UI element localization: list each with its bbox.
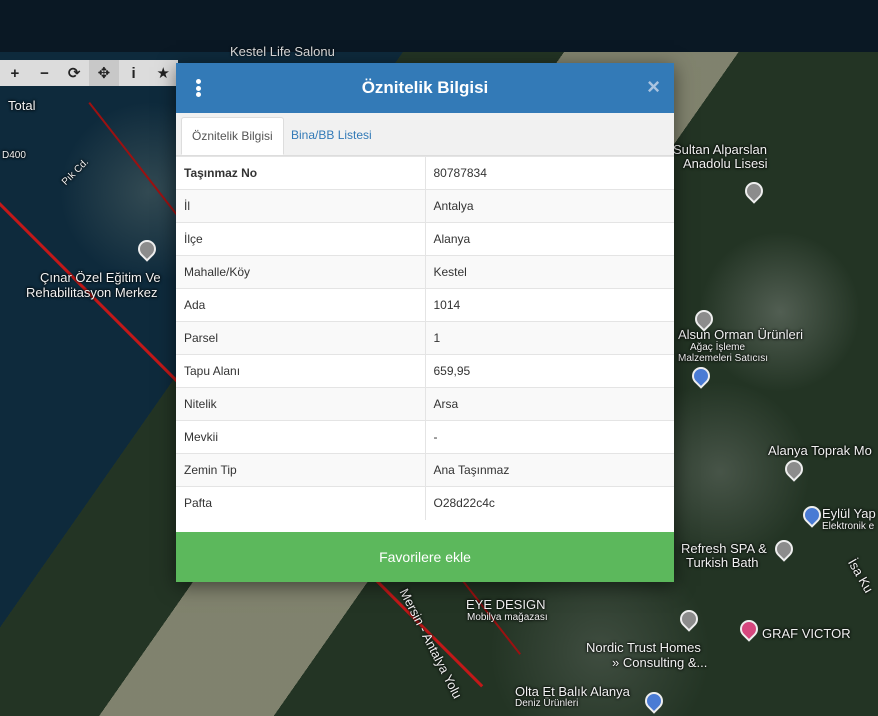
table-row: Pafta O28d22c4c [176,486,674,520]
attribute-info-dialog: Öznitelik Bilgisi × Öznitelik Bilgisi Bi… [176,63,674,582]
map-label: Çınar Özel Eğitim Ve [40,270,161,285]
table-row: Zemin Tip Ana Taşınmaz [176,453,674,487]
table-row: Taşınmaz No 80787834 [176,156,674,190]
zoom-out-icon[interactable]: − [30,60,60,86]
map-toolbar: + − ⟳ ✥ i ★ [0,60,178,86]
map-pin-icon[interactable] [736,616,762,642]
attribute-key: Nitelik [176,387,426,421]
attribute-value: Ana Taşınmaz [425,453,674,487]
map-pin-icon[interactable] [741,178,767,204]
table-row: Mevkii - [176,420,674,454]
map-pin-icon[interactable] [688,363,714,389]
map-label: Refresh SPA & [681,541,767,556]
attribute-key: İl [176,189,426,223]
attribute-value: Kestel [425,255,674,289]
map-label: Deniz Ürünleri [515,698,579,709]
map-label: İsa Ku [845,556,877,596]
attribute-value: Alanya [425,222,674,256]
pan-icon[interactable]: ✥ [89,60,119,86]
attribute-key: Zemin Tip [176,453,426,487]
attribute-value: 80787834 [425,156,674,190]
map-label: Total [8,98,36,113]
table-row: İlçe Alanya [176,222,674,256]
attribute-value: O28d22c4c [425,486,674,520]
map-label: Alsun Orman Ürünleri [678,327,803,342]
table-row: Nitelik Arsa [176,387,674,421]
attribute-table: Taşınmaz No 80787834 İl Antalya İlçe Alanya Ma… [176,156,674,520]
table-row: Ada 1014 [176,288,674,322]
zoom-in-icon[interactable]: + [0,60,30,86]
table-row: İl Antalya [176,189,674,223]
add-to-favorites-button[interactable]: Favorilere ekle [176,532,674,582]
tab-attribute-info[interactable]: Öznitelik Bilgisi [181,117,284,155]
map-label: Malzemeleri Satıcısı [678,353,769,364]
dialog-tabs: Öznitelik Bilgisi Bina/BB Listesi [176,113,674,156]
attribute-key: Parsel [176,321,426,355]
attribute-key: Mahalle/Köy [176,255,426,289]
attribute-value: Arsa [425,387,674,421]
dialog-header: Öznitelik Bilgisi × [176,63,674,113]
map-label: Elektronik e [822,521,875,532]
map-label: D400 [2,150,26,161]
dialog-title: Öznitelik Bilgisi [361,78,489,97]
attribute-key: Tapu Alanı [176,354,426,388]
map-pin-icon[interactable] [134,236,160,262]
map-label: Turkish Bath [686,555,759,570]
kebab-menu-icon[interactable] [196,79,202,97]
star-icon[interactable]: ★ [148,60,178,86]
map-label: Olta Et Balık Alanya [515,684,630,699]
map-label: Anadolu Lisesi [683,156,768,171]
close-icon[interactable]: × [647,76,660,98]
map-pin-icon[interactable] [641,688,667,714]
attribute-value: 1014 [425,288,674,322]
refresh-icon[interactable]: ⟳ [59,60,89,86]
attribute-key: Ada [176,288,426,322]
tab-building-list[interactable]: Bina/BB Listesi [281,117,382,154]
map-label: Pık Cd. [60,156,91,188]
table-row: Mahalle/Köy Kestel [176,255,674,289]
map-label: Eylül Yap [822,506,876,521]
attribute-key: İlçe [176,222,426,256]
attribute-value: - [425,420,674,454]
map-label: » Consulting &... [612,655,708,670]
map-label: Sultan Alparslan [673,142,767,157]
map-label: EYE DESIGN [466,597,546,612]
table-row: Parsel 1 [176,321,674,355]
map-pin-icon[interactable] [771,536,797,562]
attribute-value: 659,95 [425,354,674,388]
map-pin-icon[interactable] [676,606,702,632]
map-label: Mersin - Antalya Yolu [396,586,466,701]
top-navbar [0,0,878,53]
attribute-value: 1 [425,321,674,355]
map-label: GRAF VICTOR [762,626,851,641]
attribute-key: Pafta [176,486,426,520]
attribute-key: Mevkii [176,420,426,454]
map-pin-icon[interactable] [781,456,807,482]
map-label: Ağaç İşleme [690,342,746,353]
map-pin-icon[interactable] [799,502,825,528]
table-row: Tapu Alanı 659,95 [176,354,674,388]
attribute-key: Taşınmaz No [176,156,426,190]
map-label: Mobilya mağazası [467,612,548,623]
map-label: Alanya Toprak Mo [768,443,872,458]
map-label: Kestel Life Salonu [230,44,335,59]
map-label: Nordic Trust Homes [586,640,701,655]
map-label: Rehabilitasyon Merkez [26,285,158,300]
info-icon[interactable]: i [119,60,149,86]
attribute-value: Antalya [425,189,674,223]
